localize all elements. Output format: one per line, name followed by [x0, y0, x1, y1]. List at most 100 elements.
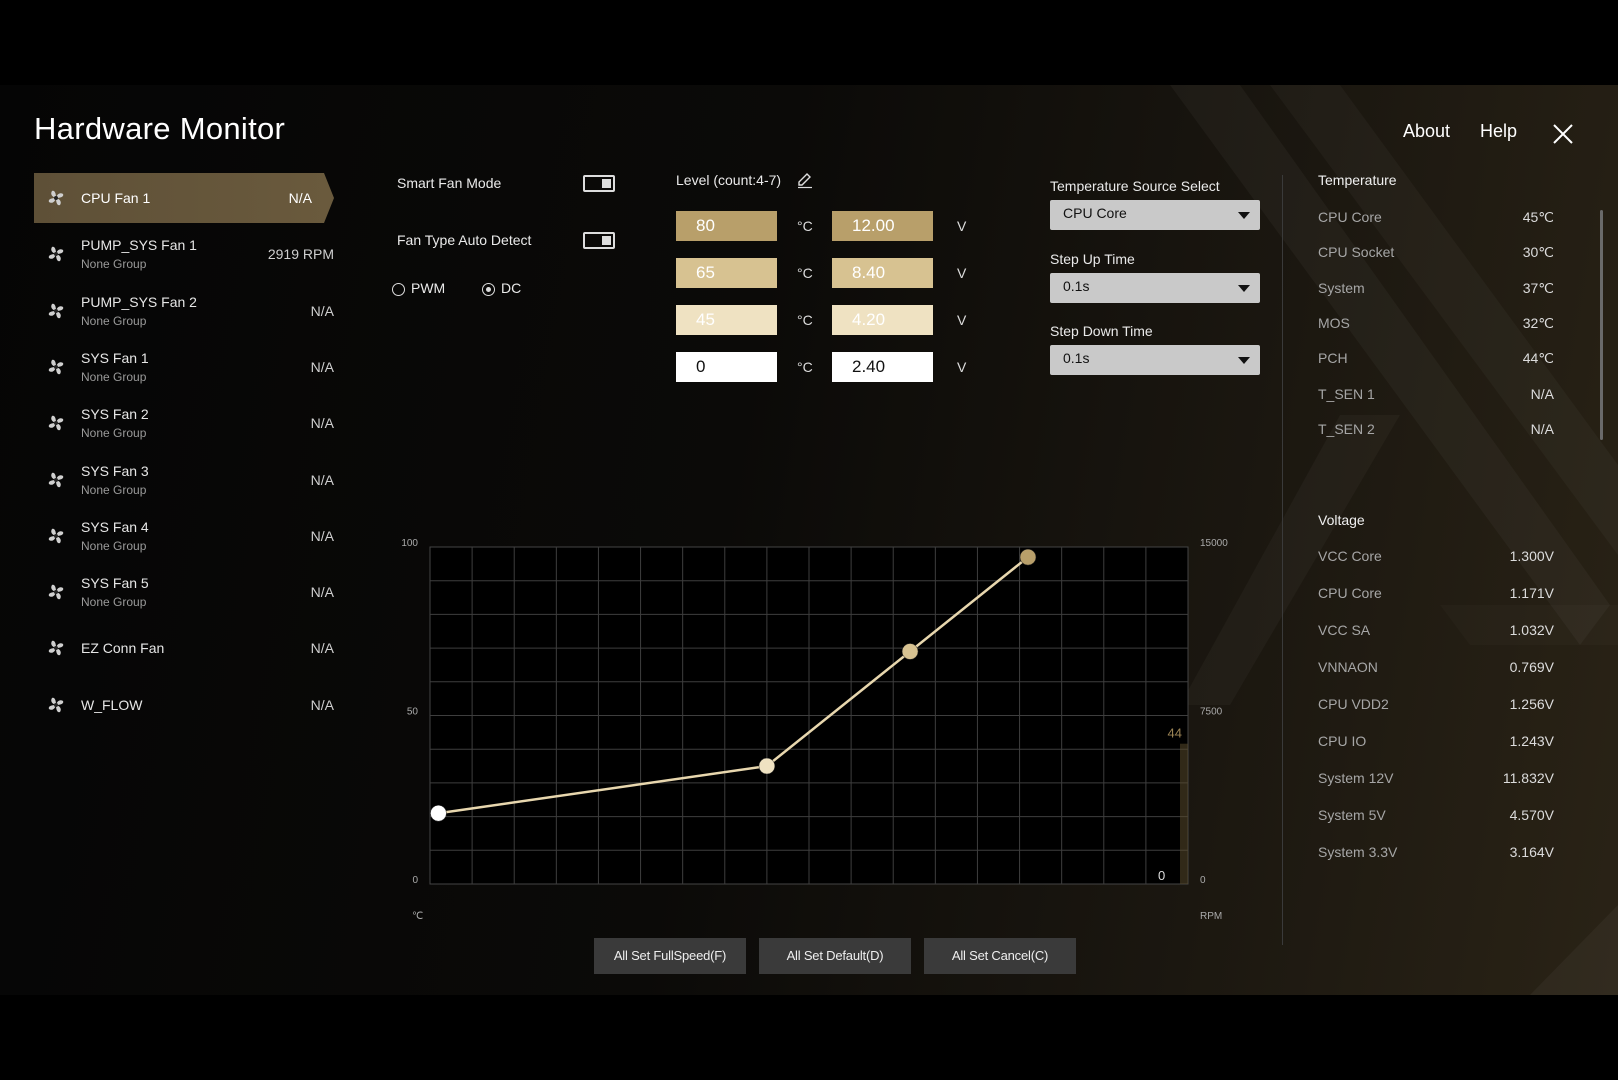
fan-group: None Group: [81, 426, 147, 441]
y2-unit-label: RPM: [1200, 911, 1222, 922]
sensor-name: VNNAON: [1318, 659, 1378, 675]
fan-item[interactable]: SYS Fan 3 None Group N/A: [34, 455, 334, 505]
temp-unit-label: °C: [797, 265, 813, 281]
sensor-value: 32℃: [1522, 314, 1554, 331]
fan-group: None Group: [81, 595, 147, 610]
temperature-row: CPU Socket 30℃: [1318, 244, 1554, 262]
y-tick-label: 50: [407, 707, 419, 718]
fan-name: SYS Fan 2: [81, 406, 149, 423]
y2-tick-label: 15000: [1200, 538, 1228, 549]
curve-point-handle[interactable]: [901, 643, 919, 660]
all-set-fullspeed-button[interactable]: All Set FullSpeed(F): [594, 938, 746, 974]
voltage-row: CPU IO 1.243V: [1318, 733, 1554, 751]
voltage-row: System 5V 4.570V: [1318, 807, 1554, 825]
sensor-scrollbar[interactable]: [1600, 210, 1603, 440]
level-temp-input[interactable]: 45: [676, 305, 777, 335]
app-title: Hardware Monitor: [34, 111, 286, 146]
level-temp-input[interactable]: 65: [676, 258, 777, 288]
voltage-row: VCC SA 1.032V: [1318, 622, 1554, 640]
all-set-default-button[interactable]: All Set Default(D): [759, 938, 911, 974]
fan-name: CPU Fan 1: [81, 190, 151, 206]
pwm-radio-label: PWM: [411, 280, 446, 296]
curve-point-handle[interactable]: [1019, 548, 1037, 566]
close-icon[interactable]: [1552, 123, 1574, 145]
fan-item[interactable]: PUMP_SYS Fan 1 None Group 2919 RPM: [34, 229, 334, 279]
sensor-value: 1.171V: [1509, 585, 1554, 601]
fan-name: PUMP_SYS Fan 2: [81, 293, 197, 310]
step-up-time-select[interactable]: 0.1s: [1050, 273, 1260, 303]
level-volt-input[interactable]: 4.20: [832, 305, 933, 335]
fan-type-auto-detect-toggle[interactable]: [583, 232, 615, 249]
fan-value: N/A: [310, 302, 334, 319]
volt-unit-label: V: [957, 265, 967, 281]
fan-value: 2919 RPM: [267, 246, 334, 263]
about-link[interactable]: About: [1403, 121, 1450, 142]
level-temp-input[interactable]: 0: [676, 352, 777, 382]
sensor-value: N/A: [1530, 385, 1554, 402]
fan-item[interactable]: SYS Fan 2 None Group N/A: [34, 398, 334, 448]
help-link[interactable]: Help: [1480, 121, 1517, 142]
fan-item[interactable]: W_FLOW N/A: [34, 680, 334, 730]
chevron-down-icon: [1238, 357, 1250, 364]
sensor-name: T_SEN 2: [1318, 420, 1375, 437]
fan-value: N/A: [310, 696, 334, 713]
fan-name: SYS Fan 3: [81, 462, 149, 479]
step-up-time-label: Step Up Time: [1050, 251, 1135, 267]
level-volt-input[interactable]: 8.40: [832, 258, 933, 288]
fan-item[interactable]: SYS Fan 1 None Group N/A: [34, 342, 334, 392]
sensor-name: T_SEN 1: [1318, 385, 1375, 402]
fan-item[interactable]: SYS Fan 4 None Group N/A: [34, 511, 334, 561]
temperature-heading: Temperature: [1318, 172, 1397, 188]
fan-group: None Group: [81, 369, 147, 384]
sensor-value: 45℃: [1522, 209, 1554, 225]
temperature-row: MOS 32℃: [1318, 315, 1554, 333]
sensor-value: 1.032V: [1509, 622, 1554, 638]
radio-checked-icon: [482, 283, 495, 296]
fan-icon: [48, 359, 64, 375]
temp-unit-label: °C: [797, 312, 813, 328]
fan-name: SYS Fan 4: [81, 518, 149, 535]
temperature-source-value: CPU Core: [1063, 205, 1127, 221]
voltage-heading: Voltage: [1318, 512, 1365, 528]
smart-fan-mode-label: Smart Fan Mode: [397, 175, 502, 191]
fan-curve-chart[interactable]: 0 50 100 0 7500 15000 ℃ RPM 44 0: [380, 525, 1240, 925]
level-temp-input[interactable]: 80: [676, 211, 777, 241]
sensor-value: 11.832V: [1502, 770, 1554, 786]
pwm-radio[interactable]: PWM: [392, 280, 445, 296]
voltage-row: VCC Core 1.300V: [1318, 548, 1554, 566]
sensor-value: 37℃: [1522, 279, 1554, 296]
level-volt-input[interactable]: 2.40: [832, 352, 933, 382]
edit-pencil-icon[interactable]: [796, 171, 814, 189]
curve-point-handle[interactable]: [758, 757, 776, 775]
sensor-value: 44℃: [1522, 350, 1554, 367]
step-down-time-select[interactable]: 0.1s: [1050, 345, 1260, 375]
sensor-name: VCC Core: [1318, 548, 1382, 564]
fan-group: None Group: [81, 482, 147, 497]
sensor-value: 30℃: [1522, 244, 1554, 261]
fan-item[interactable]: CPU Fan 1 N/A: [34, 173, 334, 223]
voltage-row: System 3.3V 3.164V: [1318, 844, 1554, 862]
sensor-value: 1.243V: [1509, 733, 1554, 749]
sensor-value: 1.256V: [1509, 696, 1554, 712]
fan-item[interactable]: SYS Fan 5 None Group N/A: [34, 567, 334, 617]
fan-value: N/A: [288, 190, 312, 206]
fan-icon: [48, 472, 64, 487]
fan-icon: [48, 303, 64, 318]
fan-icon: [48, 190, 64, 206]
level-volt-input[interactable]: 12.00: [832, 211, 933, 241]
dc-radio[interactable]: DC: [482, 280, 521, 296]
sensor-name: System 5V: [1318, 807, 1386, 823]
fan-item[interactable]: EZ Conn Fan N/A: [34, 623, 334, 673]
temperature-source-select[interactable]: CPU Core: [1050, 200, 1260, 230]
curve-point-handle[interactable]: [430, 804, 447, 822]
fan-name: W_FLOW: [81, 696, 143, 713]
fan-icon: [48, 528, 64, 544]
smart-fan-mode-toggle[interactable]: [583, 175, 615, 192]
fan-icon: [48, 697, 64, 712]
fan-icon: [48, 584, 64, 600]
fan-group: None Group: [81, 313, 147, 328]
voltage-row: CPU Core 1.171V: [1318, 585, 1554, 603]
all-set-cancel-button[interactable]: All Set Cancel(C): [924, 938, 1076, 974]
temperature-row: PCH 44℃: [1318, 350, 1554, 368]
fan-item[interactable]: PUMP_SYS Fan 2 None Group N/A: [34, 286, 334, 336]
